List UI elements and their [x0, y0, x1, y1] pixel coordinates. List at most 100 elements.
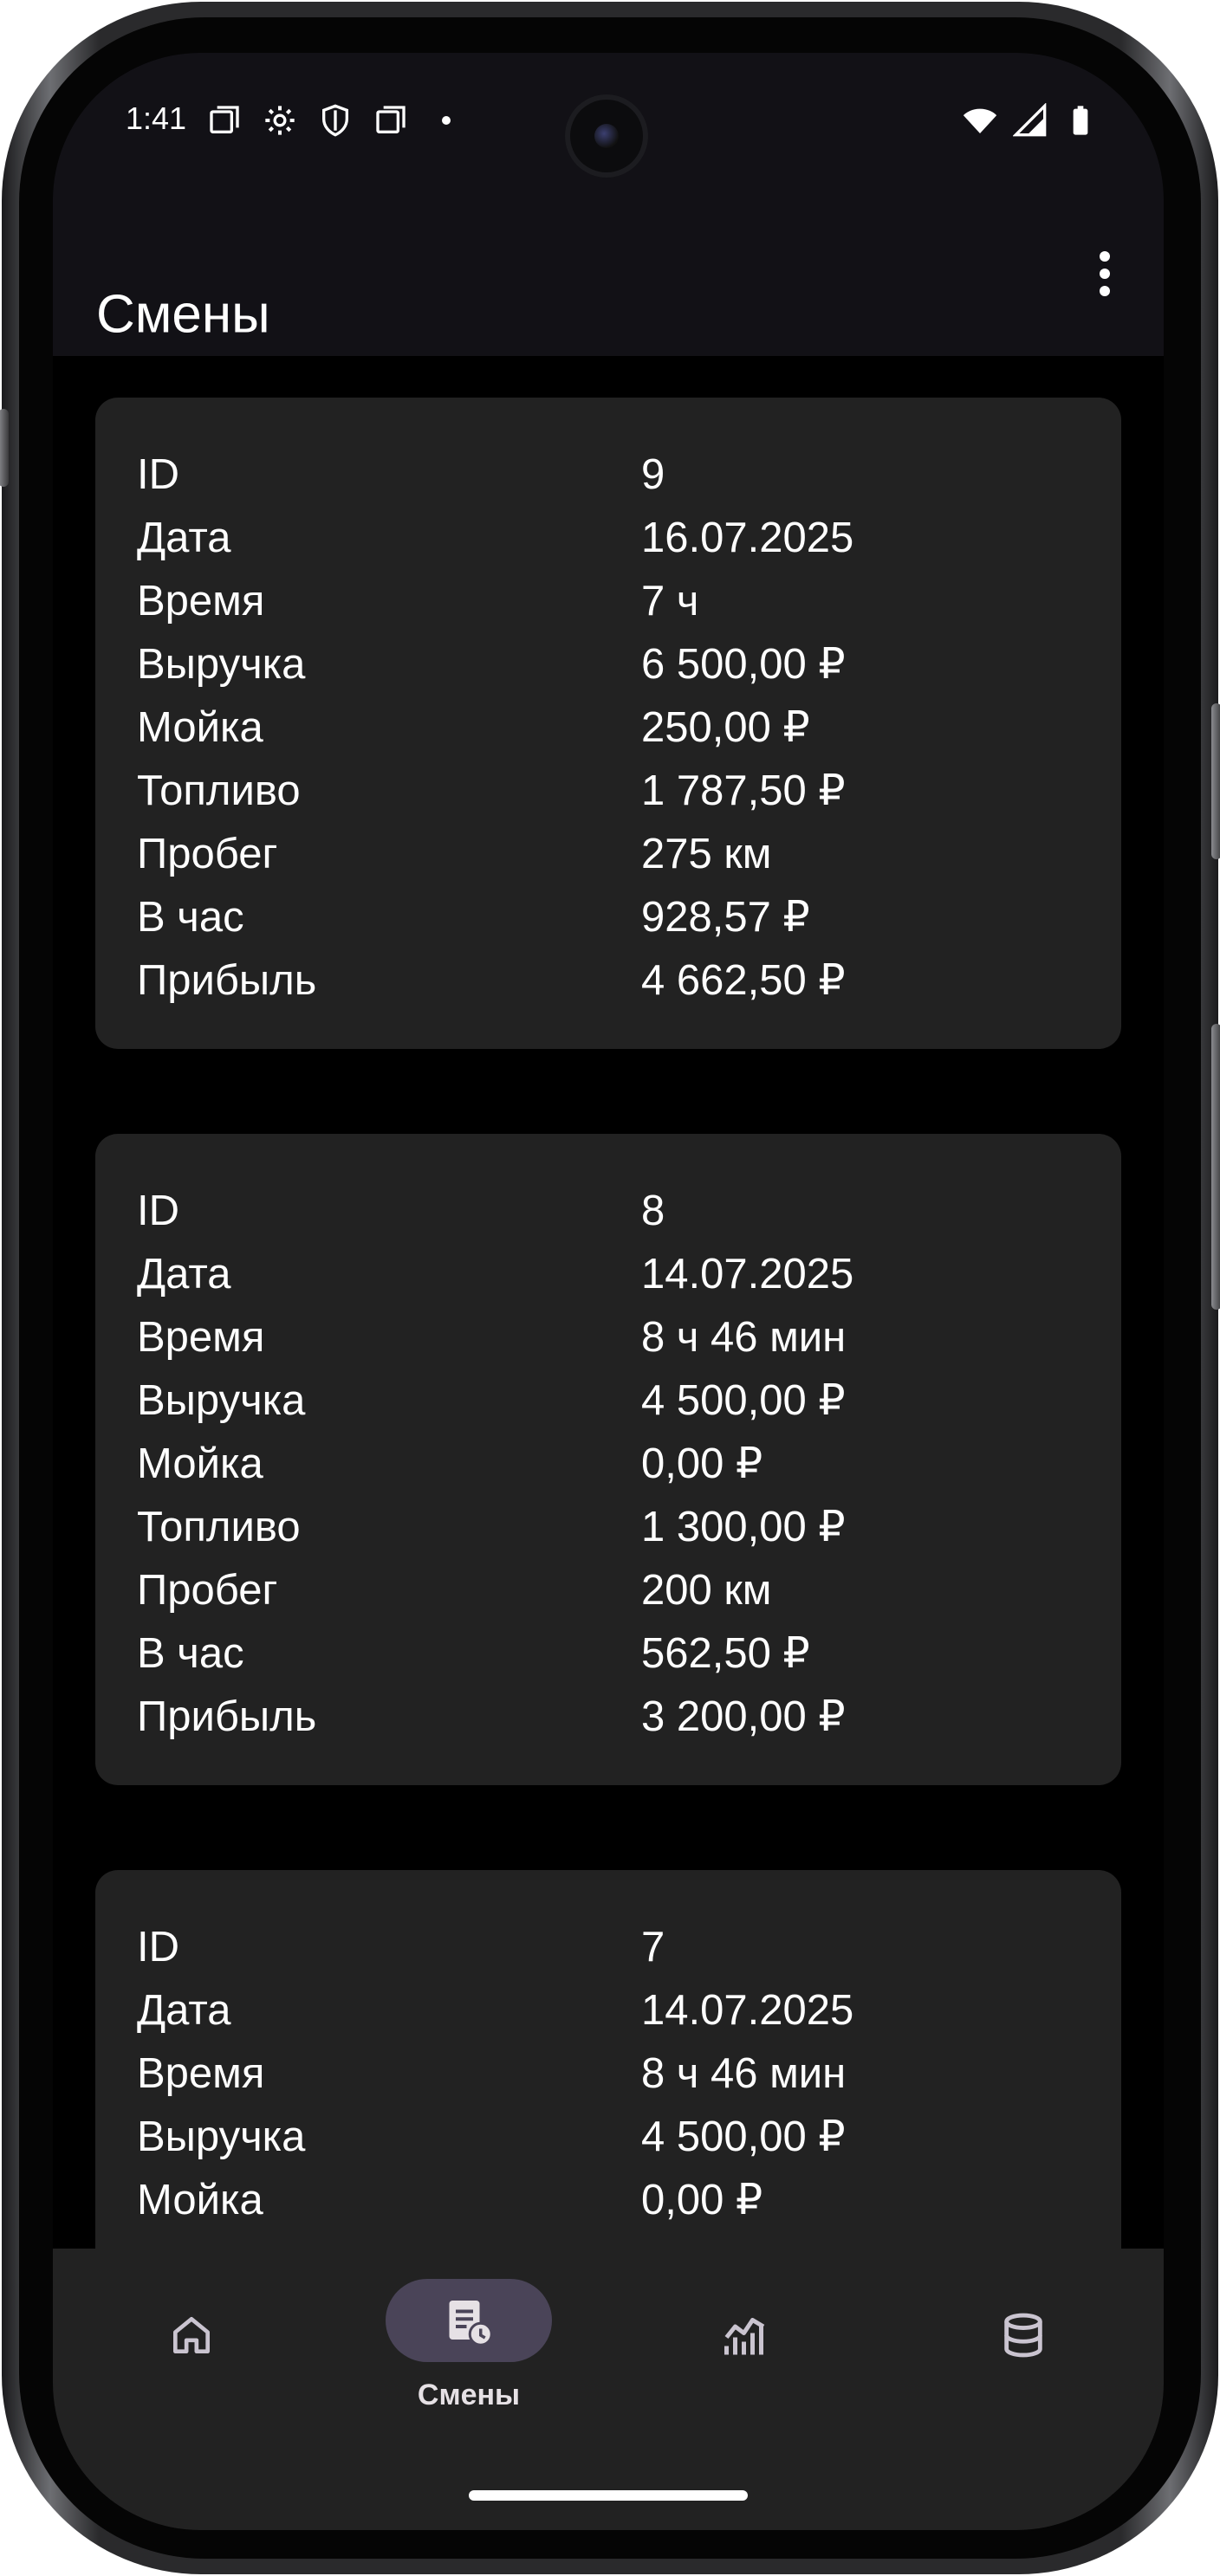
- shift-card[interactable]: ID 9 Дата 16.07.2025 Время 7 ч Выручка 6 500…: [95, 398, 1121, 1049]
- field-label: ID: [137, 450, 179, 498]
- shift-row-id: ID 9: [137, 443, 1121, 506]
- field-label: Прибыль: [137, 956, 317, 1004]
- shift-row-fuel: Топливо 1 787,50 ₽: [137, 759, 1121, 822]
- battery-icon: [1073, 106, 1088, 135]
- field-value: 4 662,50 ₽: [641, 957, 846, 1004]
- shift-row-mileage: Пробег 275 км: [137, 822, 1121, 885]
- page-title: Смены: [96, 284, 270, 345]
- field-value: 562,50 ₽: [641, 1630, 810, 1677]
- field-value: 4 500,00 ₽: [641, 1377, 846, 1424]
- status-system-icons: [963, 103, 1098, 138]
- field-label: Выручка: [137, 640, 306, 688]
- more-vert-icon: [1100, 251, 1110, 296]
- shift-list[interactable]: ID 9 Дата 16.07.2025 Время 7 ч Выручка 6 500…: [53, 356, 1164, 2249]
- field-label: ID: [137, 1923, 179, 1971]
- statistics-icon: [720, 2309, 772, 2361]
- shift-row-hourly: В час 928,57 ₽: [137, 885, 1121, 948]
- field-label: Прибыль: [137, 1693, 317, 1740]
- field-value: 0,00 ₽: [641, 1440, 763, 1487]
- field-value: 8 ч 46 мин: [641, 1313, 847, 1361]
- wifi-icon: [963, 108, 997, 133]
- action-button: [0, 409, 9, 487]
- shift-row-id: ID 8: [137, 1179, 1121, 1242]
- signal-icon: [1013, 103, 1047, 137]
- gesture-home-indicator[interactable]: [469, 2490, 748, 2501]
- shift-row-fuel: Топливо 1 300,00 ₽: [137, 1495, 1121, 1558]
- field-value: 8 ч 46 мин: [641, 2049, 847, 2097]
- shield-icon: [322, 104, 348, 137]
- screenshot-icon: [376, 106, 406, 133]
- shift-card[interactable]: ID 7 Дата 14.07.2025 Время 8 ч 46 мин Выруч…: [95, 1870, 1121, 2249]
- field-value: 4 500,00 ₽: [641, 2113, 846, 2160]
- field-value: 14.07.2025: [641, 1250, 854, 1298]
- field-label: В час: [137, 1629, 244, 1677]
- field-label: Мойка: [137, 1440, 263, 1487]
- nav-label: Смены: [417, 2379, 521, 2411]
- field-label: Дата: [137, 1986, 231, 2034]
- phone-frame: 1:41 Смены ID 9 Дата 16.07.2025 Время 7 …: [0, 2, 1220, 2574]
- field-value: 16.07.2025: [641, 514, 854, 561]
- home-icon: [165, 2309, 217, 2361]
- shift-row-date: Дата 14.07.2025: [137, 1978, 1121, 2042]
- field-label: Мойка: [137, 2176, 263, 2223]
- field-label: Время: [137, 2049, 265, 2097]
- shift-row-date: Дата 16.07.2025: [137, 506, 1121, 569]
- field-label: Выручка: [137, 1376, 306, 1424]
- shift-row-wash: Мойка 0,00 ₽: [137, 2168, 1121, 2231]
- shift-row-profit: Прибыль 3 200,00 ₽: [137, 1685, 1121, 1748]
- overflow-menu-button[interactable]: [1079, 248, 1131, 300]
- shift-row-mileage: Пробег 200 км: [137, 1558, 1121, 1621]
- field-label: Топливо: [137, 1503, 301, 1550]
- field-label: ID: [137, 1187, 179, 1234]
- front-camera: [565, 94, 648, 178]
- field-value: 1 787,50 ₽: [641, 767, 846, 814]
- shift-row-wash: Мойка 250,00 ₽: [137, 696, 1121, 759]
- field-label: Дата: [137, 1250, 231, 1298]
- database-icon: [997, 2309, 1049, 2361]
- dot-icon: [442, 116, 451, 125]
- shift-row-revenue: Выручка 4 500,00 ₽: [137, 2105, 1121, 2168]
- field-value: 14.07.2025: [641, 1986, 854, 2034]
- status-bar: 1:41: [53, 53, 1164, 191]
- field-label: Мойка: [137, 703, 263, 751]
- status-time: 1:41: [126, 100, 187, 136]
- nav-item-database[interactable]: [885, 2249, 1162, 2422]
- shift-row-revenue: Выручка 6 500,00 ₽: [137, 632, 1121, 696]
- field-value: 200 км: [641, 1566, 772, 1614]
- shift-row-revenue: Выручка 4 500,00 ₽: [137, 1369, 1121, 1432]
- nav-item-shifts[interactable]: Смены: [330, 2249, 607, 2422]
- field-label: Дата: [137, 514, 231, 561]
- screen: 1:41 Смены ID 9 Дата 16.07.2025 Время 7 …: [53, 53, 1164, 2530]
- field-value: 275 км: [641, 830, 772, 877]
- field-label: Пробег: [137, 830, 278, 877]
- field-label: Время: [137, 577, 265, 625]
- field-value: 6 500,00 ₽: [641, 641, 846, 688]
- shift-row-time: Время 8 ч 46 мин: [137, 2042, 1121, 2105]
- field-value: 8: [641, 1187, 665, 1234]
- shift-row-time: Время 7 ч: [137, 569, 1121, 632]
- field-value: 928,57 ₽: [641, 894, 810, 941]
- nav-item-statistics[interactable]: [607, 2249, 885, 2422]
- shift-row-profit: Прибыль 4 662,50 ₽: [137, 948, 1121, 1012]
- shift-row-date: Дата 14.07.2025: [137, 1242, 1121, 1305]
- field-label: Пробег: [137, 1566, 278, 1614]
- volume-button: [1211, 1024, 1220, 1310]
- field-value: 250,00 ₽: [641, 704, 810, 751]
- top-app-bar: Смены: [53, 191, 1164, 356]
- field-label: Выручка: [137, 2113, 306, 2160]
- field-label: В час: [137, 893, 244, 941]
- nav-item-home[interactable]: [53, 2249, 330, 2422]
- field-value: 1 300,00 ₽: [641, 1504, 846, 1550]
- power-button: [1211, 703, 1220, 859]
- settings-icon: [265, 106, 295, 135]
- shift-card[interactable]: ID 8 Дата 14.07.2025 Время 8 ч 46 мин Выруч…: [95, 1134, 1121, 1785]
- field-value: 0,00 ₽: [641, 2177, 763, 2223]
- bottom-navigation: Смены: [53, 2249, 1164, 2530]
- field-value: 7 ч: [641, 577, 699, 625]
- field-label: Время: [137, 1313, 265, 1361]
- field-value: 3 200,00 ₽: [641, 1693, 846, 1740]
- field-value: 9: [641, 450, 665, 498]
- status-notification-icons: [207, 103, 464, 138]
- shifts-icon: [443, 2296, 495, 2348]
- shift-row-wash: Мойка 0,00 ₽: [137, 1432, 1121, 1495]
